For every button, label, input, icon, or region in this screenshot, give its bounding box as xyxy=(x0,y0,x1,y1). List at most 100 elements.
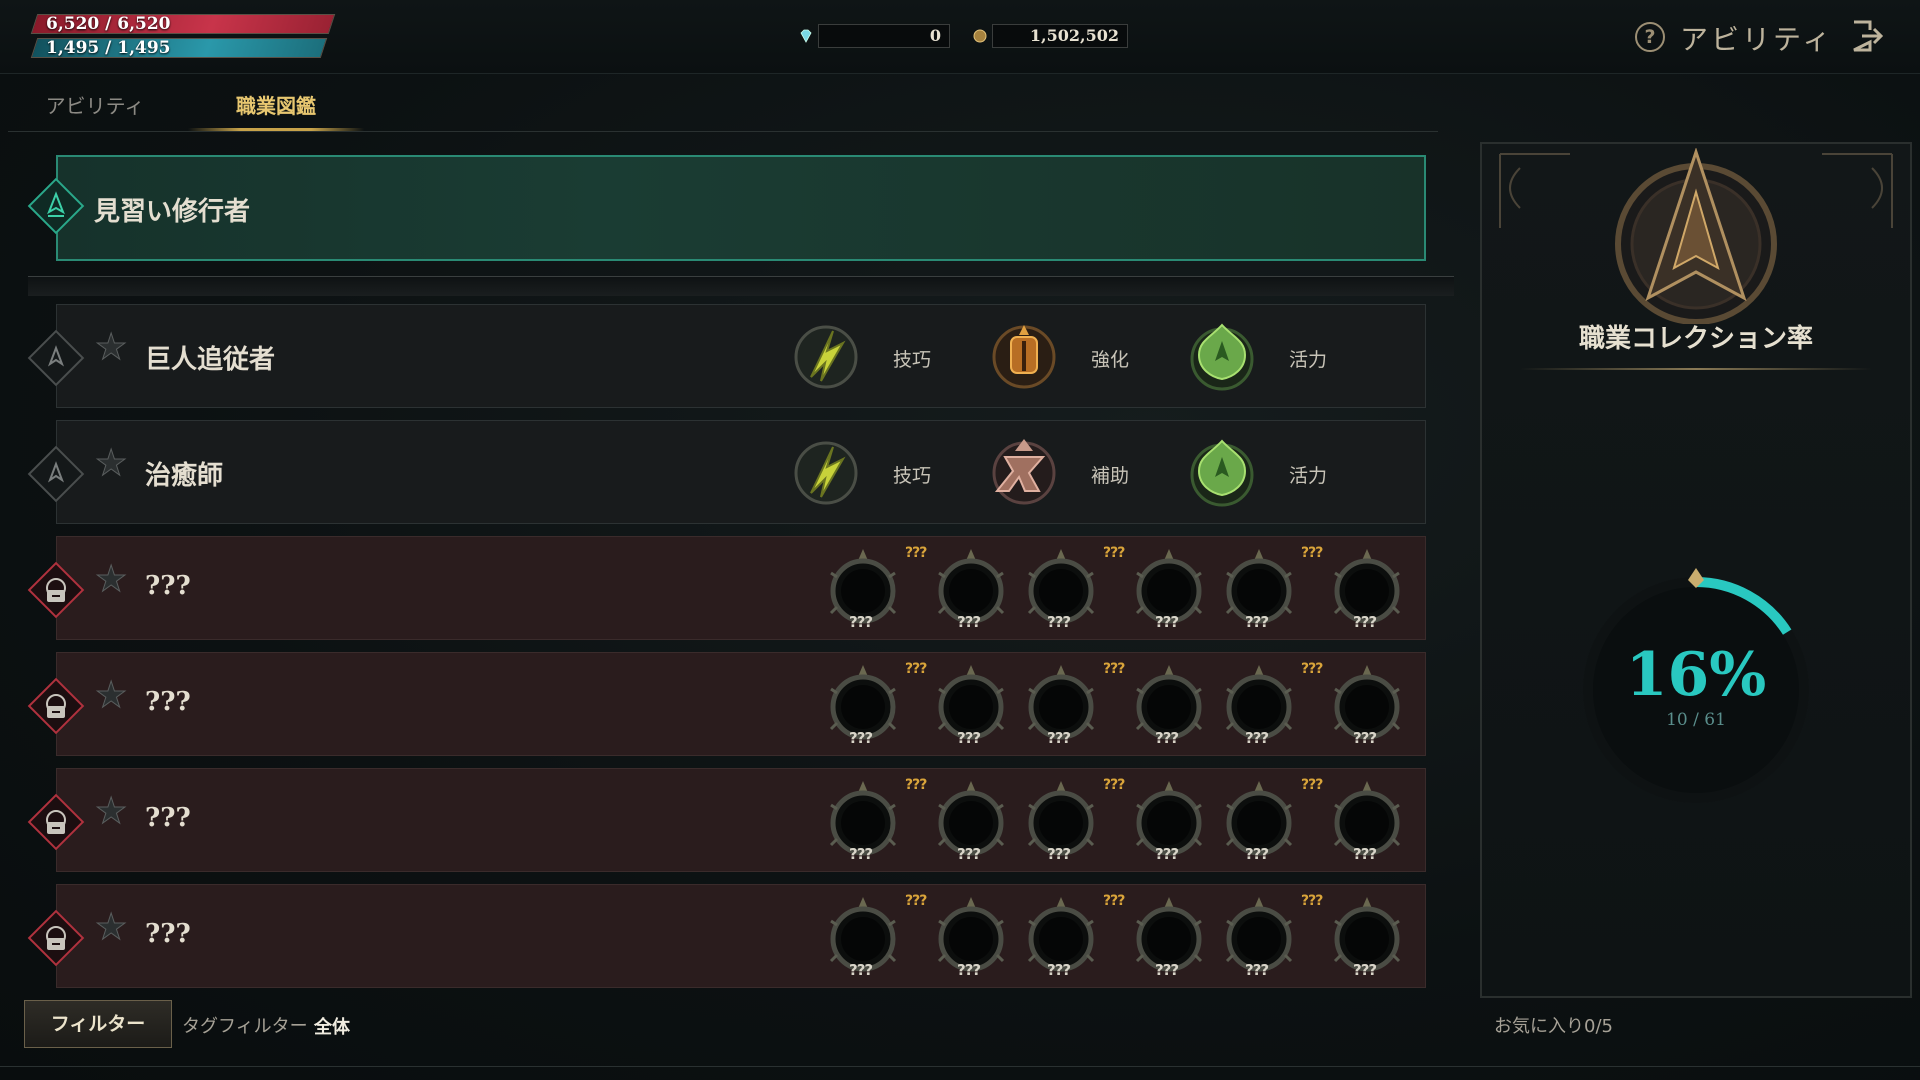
locked-tag-label: ??? xyxy=(1301,545,1323,561)
locked-slot-label: ??? xyxy=(1155,729,1179,747)
locked-slot-label: ??? xyxy=(957,961,981,979)
locked-slot-label: ??? xyxy=(1245,613,1269,631)
list-header-divider xyxy=(28,276,1454,296)
support-icon xyxy=(992,439,1056,505)
favorite-star-icon[interactable]: ★ xyxy=(94,675,127,717)
locked-slot-label: ??? xyxy=(1155,613,1179,631)
exit-icon[interactable] xyxy=(1850,18,1884,54)
locked-slot-label: ??? xyxy=(1155,845,1179,863)
locked-slot-label: ??? xyxy=(957,845,981,863)
dexterity-icon xyxy=(794,441,858,505)
locked-slot-label: ??? xyxy=(1245,961,1269,979)
locked-tag-label: ??? xyxy=(905,661,927,677)
locked-slot-label: ??? xyxy=(1353,613,1377,631)
favorite-star-icon[interactable]: ★ xyxy=(94,443,127,485)
locked-tag-label: ??? xyxy=(1103,893,1125,909)
tab-job-encyclopedia[interactable]: 職業図鑑 xyxy=(188,90,364,132)
title-divider xyxy=(1520,368,1872,370)
locked-tag-label: ??? xyxy=(1301,661,1323,677)
leaf-emblem-icon xyxy=(47,191,65,217)
job-row-locked[interactable]: ??? ★??????????????????????????? xyxy=(56,884,1426,988)
locked-slot-label: ??? xyxy=(957,729,981,747)
gem-icon xyxy=(800,29,812,43)
job-name: ??? xyxy=(145,919,191,949)
enhance-icon xyxy=(992,325,1056,389)
locked-slot-label: ??? xyxy=(1353,729,1377,747)
vitality-icon xyxy=(1190,323,1254,391)
locked-slot-label: ??? xyxy=(849,729,873,747)
locked-slot-label: ??? xyxy=(849,961,873,979)
collection-title: 職業コレクション率 xyxy=(1578,324,1813,354)
lock-icon xyxy=(46,578,66,602)
job-row[interactable]: 治癒師 ★ 技巧 補助 活力 xyxy=(56,420,1426,524)
tag-filter-label[interactable]: タグフィルター xyxy=(182,1012,308,1038)
collection-count: 10 / 61 xyxy=(1666,710,1726,730)
current-job-row[interactable]: 見習い修行者 xyxy=(56,155,1426,261)
locked-slot-label: ??? xyxy=(849,613,873,631)
locked-tag-label: ??? xyxy=(1301,777,1323,793)
locked-slot-label: ??? xyxy=(1047,961,1071,979)
mp-value: 1,495 / 1,495 xyxy=(46,38,171,58)
tab-ability[interactable]: アビリティ xyxy=(30,90,160,132)
gold-count: 1,502,502 xyxy=(992,24,1128,48)
locked-slot-label: ??? xyxy=(1047,729,1071,747)
favorite-star-icon[interactable]: ★ xyxy=(94,327,127,369)
job-row-locked[interactable]: ??? ★??????????????????????????? xyxy=(56,652,1426,756)
skill-label: 強化 xyxy=(1091,349,1130,371)
locked-tag-label: ??? xyxy=(1103,777,1125,793)
game-screen: 6,520 / 6,520 1,495 / 1,495 0 1,502,502 … xyxy=(0,0,1920,1080)
locked-slot-label: ??? xyxy=(1047,845,1071,863)
job-name: ??? xyxy=(145,571,191,601)
locked-tag-label: ??? xyxy=(1301,893,1323,909)
gold-coin-icon xyxy=(973,29,987,43)
job-name: 巨人追従者 xyxy=(145,345,276,375)
locked-slot-label: ??? xyxy=(957,613,981,631)
screen-title: アビリティ xyxy=(1680,23,1834,56)
locked-slot-label: ??? xyxy=(1155,961,1179,979)
help-icon[interactable]: ? xyxy=(1635,22,1665,52)
skill-label: 活力 xyxy=(1289,349,1328,371)
collection-percent: 16% xyxy=(1625,640,1767,710)
locked-slot-label: ??? xyxy=(1245,729,1269,747)
active-tab-indicator xyxy=(188,128,364,131)
locked-tag-label: ??? xyxy=(1103,661,1125,677)
footer-divider xyxy=(0,1066,1920,1067)
locked-slot-label: ??? xyxy=(849,845,873,863)
filter-button[interactable]: フィルター xyxy=(24,1000,172,1048)
job-class-icon xyxy=(47,345,65,367)
favorite-star-icon[interactable]: ★ xyxy=(94,907,127,949)
skill-label: 補助 xyxy=(1091,465,1130,487)
vitality-icon xyxy=(1190,439,1254,507)
job-row[interactable]: 巨人追従者 ★ 技巧 強化 活力 xyxy=(56,304,1426,408)
lock-icon xyxy=(46,694,66,718)
lock-icon xyxy=(46,810,66,834)
locked-tag-label: ??? xyxy=(905,545,927,561)
job-name: ??? xyxy=(145,803,191,833)
skill-label: 活力 xyxy=(1289,465,1328,487)
favorite-star-icon[interactable]: ★ xyxy=(94,791,127,833)
dexterity-icon xyxy=(794,325,858,389)
job-name: 治癒師 xyxy=(145,461,224,491)
locked-slot-label: ??? xyxy=(1047,613,1071,631)
job-class-icon xyxy=(47,461,65,483)
gem-count: 0 xyxy=(818,24,950,48)
job-row-locked[interactable]: ??? ★??????????????????????????? xyxy=(56,536,1426,640)
job-row-locked[interactable]: ??? ★??????????????????????????? xyxy=(56,768,1426,872)
locked-tag-label: ??? xyxy=(1103,545,1125,561)
favorites-count: お気に入り0/5 xyxy=(1494,1016,1613,1037)
top-bar xyxy=(0,0,1920,74)
tag-filter-value[interactable]: 全体 xyxy=(314,1013,350,1039)
favorite-star-icon[interactable]: ★ xyxy=(94,559,127,601)
hp-value: 6,520 / 6,520 xyxy=(46,14,171,34)
locked-slot-label: ??? xyxy=(1353,845,1377,863)
skill-label: 技巧 xyxy=(893,349,932,371)
job-name: ??? xyxy=(145,687,191,717)
locked-slot-label: ??? xyxy=(1353,961,1377,979)
locked-tag-label: ??? xyxy=(905,893,927,909)
current-job-name: 見習い修行者 xyxy=(94,197,251,227)
locked-slot-label: ??? xyxy=(1245,845,1269,863)
tab-divider xyxy=(8,131,1438,132)
lock-icon xyxy=(46,926,66,950)
collection-emblem-icon xyxy=(1615,148,1777,324)
skill-label: 技巧 xyxy=(893,465,932,487)
